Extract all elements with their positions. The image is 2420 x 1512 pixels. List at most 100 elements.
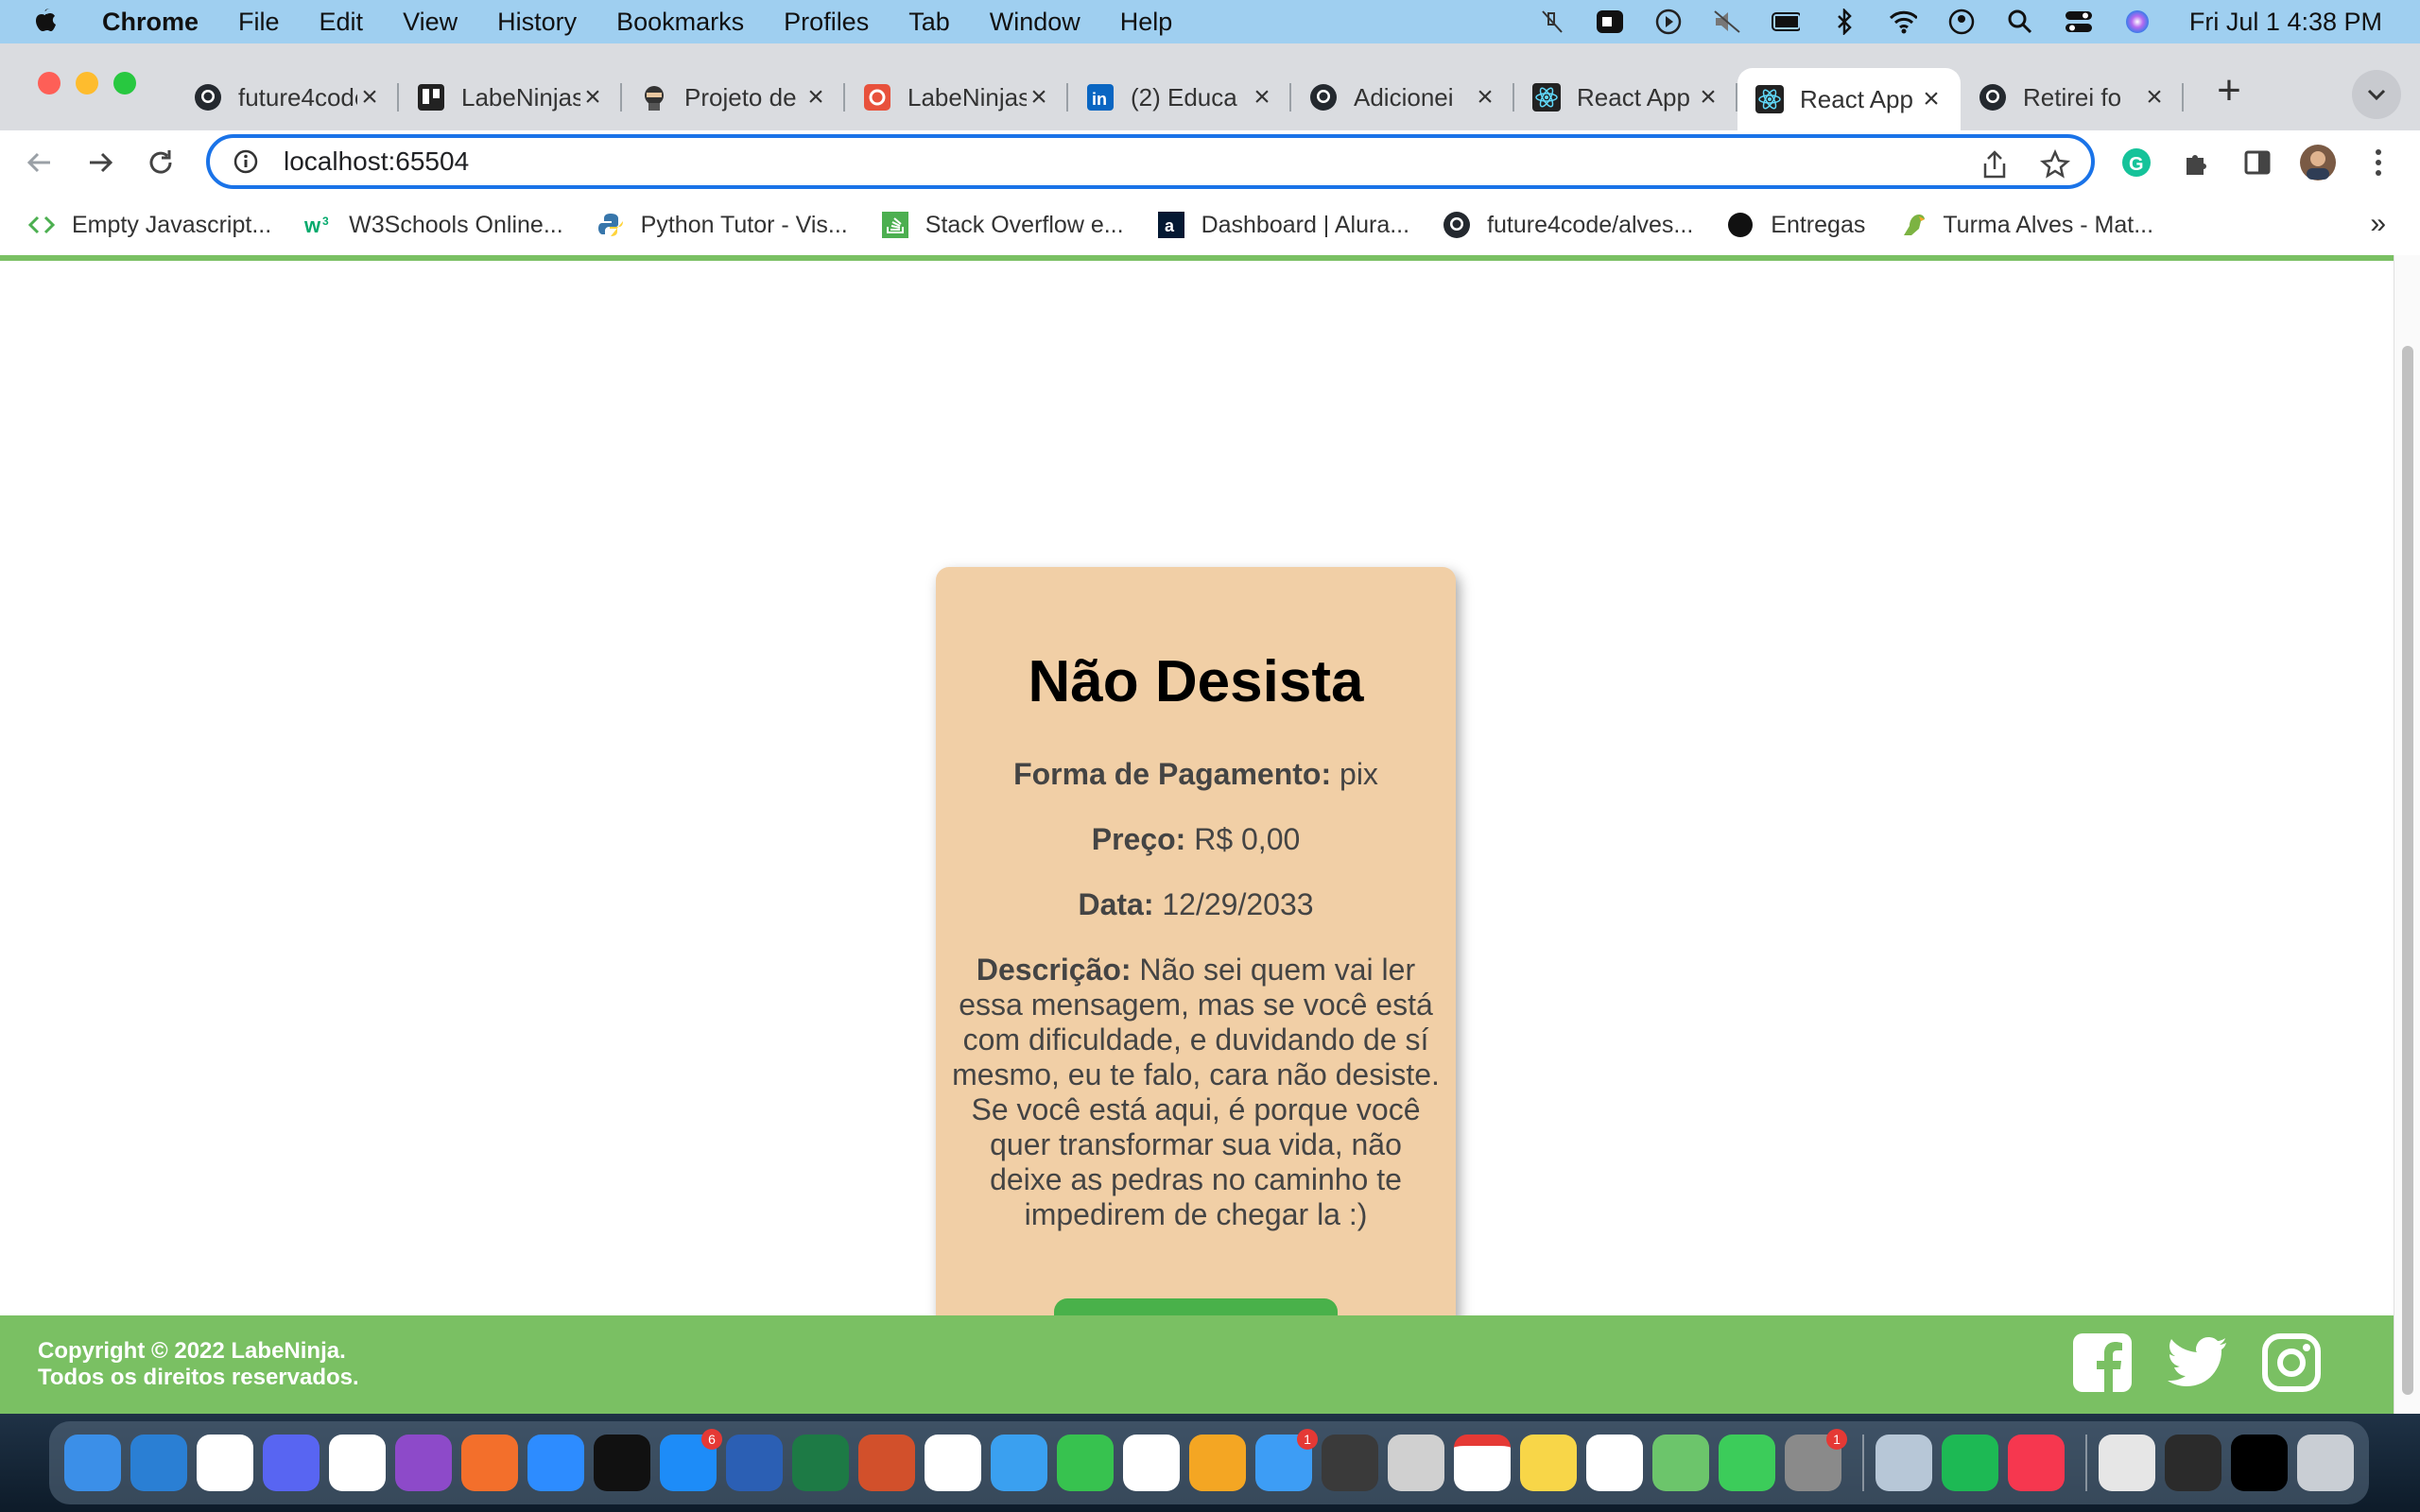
close-tab-icon[interactable]: ×	[357, 81, 382, 113]
dock-app-spotify[interactable]	[1942, 1435, 1998, 1491]
menu-app-name[interactable]: Chrome	[102, 8, 199, 37]
dock-app-system-preferences[interactable]: 1	[1785, 1429, 1847, 1491]
video-camera-icon[interactable]	[1596, 8, 1624, 36]
tab-active[interactable]: React App ×	[1737, 68, 1961, 130]
profile-avatar[interactable]	[2299, 144, 2337, 181]
menu-history[interactable]: History	[497, 8, 577, 37]
more-bookmarks-icon[interactable]: »	[2370, 208, 2386, 240]
dock-app-chrome[interactable]	[329, 1435, 386, 1491]
bookmark-item[interactable]: Entregas	[1725, 210, 1865, 240]
extensions-puzzle-icon[interactable]	[2178, 144, 2216, 181]
control-center-icon[interactable]	[2065, 8, 2093, 36]
maximize-window-button[interactable]	[113, 72, 136, 94]
grammarly-extension-icon[interactable]: G	[2118, 144, 2155, 181]
dock-app-reminders[interactable]	[1586, 1435, 1643, 1491]
dock-app-pen-app[interactable]	[461, 1435, 518, 1491]
close-tab-icon[interactable]: ×	[1027, 81, 1051, 113]
bookmark-item[interactable]: Turma Alves - Mat...	[1897, 210, 2153, 240]
dock-app-music[interactable]	[2008, 1435, 2065, 1491]
close-tab-icon[interactable]: ×	[580, 81, 605, 113]
dock-app-window-2[interactable]	[2165, 1435, 2221, 1491]
side-panel-icon[interactable]	[2238, 144, 2276, 181]
site-info-icon[interactable]	[231, 146, 261, 177]
tab[interactable]: Projeto de ×	[622, 68, 845, 127]
close-tab-icon[interactable]: ×	[1696, 81, 1720, 113]
dock-app-excel[interactable]	[792, 1435, 849, 1491]
scrollbar-thumb[interactable]	[2402, 346, 2413, 1395]
menu-tab[interactable]: Tab	[908, 8, 950, 37]
dock-app-trash[interactable]	[2297, 1435, 2354, 1491]
close-tab-icon[interactable]: ×	[804, 81, 828, 113]
url-text[interactable]: localhost:65504	[284, 146, 469, 177]
instagram-icon[interactable]	[2259, 1331, 2324, 1395]
siri-icon[interactable]	[2123, 8, 2152, 36]
dock-app-word[interactable]	[726, 1435, 783, 1491]
menu-edit[interactable]: Edit	[320, 8, 364, 37]
user-account-icon[interactable]	[1947, 8, 1976, 36]
reload-button[interactable]	[142, 144, 180, 181]
dock-app-window-1[interactable]	[2099, 1435, 2155, 1491]
dock-app-facetime[interactable]	[1057, 1435, 1114, 1491]
volume-muted-icon[interactable]	[1713, 8, 1741, 36]
new-tab-button[interactable]: +	[2208, 70, 2250, 113]
dock-app-github-desktop[interactable]	[395, 1435, 452, 1491]
bookmark-item[interactable]: Stack Overflow e...	[880, 210, 1124, 240]
close-window-button[interactable]	[38, 72, 60, 94]
dock-app-calculator[interactable]	[1322, 1435, 1378, 1491]
tab-search-button[interactable]	[2352, 70, 2401, 119]
tab[interactable]: Adicionei ×	[1291, 68, 1514, 127]
menu-file[interactable]: File	[238, 8, 280, 37]
back-button[interactable]	[21, 144, 59, 181]
dock-app-notes[interactable]	[1520, 1435, 1577, 1491]
chrome-menu-icon[interactable]	[2360, 144, 2397, 181]
bookmark-star-icon[interactable]	[2038, 147, 2072, 181]
dock-app-vscode[interactable]	[130, 1435, 187, 1491]
tab[interactable]: in (2) Educa ×	[1068, 68, 1291, 127]
tab[interactable]: LabeNinjas ×	[845, 68, 1068, 127]
spotlight-search-icon[interactable]	[2006, 8, 2034, 36]
menu-window[interactable]: Window	[990, 8, 1080, 37]
dock-app-finder[interactable]	[64, 1435, 121, 1491]
dock-app-powerpoint[interactable]	[858, 1435, 915, 1491]
play-circle-icon[interactable]	[1654, 8, 1683, 36]
share-icon[interactable]	[1978, 147, 2012, 181]
menu-help[interactable]: Help	[1120, 8, 1173, 37]
bluetooth-icon[interactable]	[1830, 8, 1858, 36]
tab[interactable]: future4code ×	[176, 68, 399, 127]
close-tab-icon[interactable]: ×	[2142, 81, 2167, 113]
bookmark-item[interactable]: future4code/alves...	[1442, 210, 1693, 240]
page-scrollbar[interactable]	[2394, 255, 2420, 1414]
dock-app-maps[interactable]	[1652, 1435, 1709, 1491]
close-tab-icon[interactable]: ×	[1919, 83, 1944, 115]
dock-app-numbers[interactable]	[1123, 1435, 1180, 1491]
menu-view[interactable]: View	[403, 8, 458, 37]
mic-muted-icon[interactable]	[1537, 8, 1565, 36]
close-tab-icon[interactable]: ×	[1250, 81, 1274, 113]
dock-app-zoom[interactable]	[527, 1435, 584, 1491]
menu-clock[interactable]: Fri Jul 1 4:38 PM	[2189, 8, 2382, 37]
tab[interactable]: React App ×	[1514, 68, 1737, 127]
wifi-icon[interactable]	[1889, 8, 1917, 36]
battery-icon[interactable]	[1771, 8, 1800, 36]
tab[interactable]: Retirei fo ×	[1961, 68, 2184, 127]
dock-app-mail[interactable]: 1	[1255, 1429, 1318, 1491]
minimize-window-button[interactable]	[76, 72, 98, 94]
bookmark-item[interactable]: w3 W3Schools Online...	[303, 210, 563, 240]
dock-app-terminal[interactable]	[594, 1435, 650, 1491]
address-bar[interactable]: localhost:65504	[206, 134, 2095, 189]
bookmark-item[interactable]: Empty Javascript...	[26, 210, 271, 240]
dock-app-app-store[interactable]: 6	[660, 1429, 722, 1491]
dock-app-discord[interactable]	[263, 1435, 320, 1491]
dock-app-window-3[interactable]	[2231, 1435, 2288, 1491]
bookmark-item[interactable]: a Dashboard | Alura...	[1156, 210, 1409, 240]
dock-app-pages[interactable]	[1189, 1435, 1246, 1491]
dock-app-slack[interactable]	[197, 1435, 253, 1491]
tab[interactable]: LabeNinjas ×	[399, 68, 622, 127]
menu-bookmarks[interactable]: Bookmarks	[616, 8, 744, 37]
dock-app-safari[interactable]	[991, 1435, 1047, 1491]
facebook-icon[interactable]	[2070, 1331, 2135, 1395]
apple-icon[interactable]	[32, 7, 70, 37]
dock-app-calendar[interactable]	[1454, 1435, 1511, 1491]
bookmark-item[interactable]: Python Tutor - Vis...	[596, 210, 848, 240]
menu-profiles[interactable]: Profiles	[784, 8, 869, 37]
